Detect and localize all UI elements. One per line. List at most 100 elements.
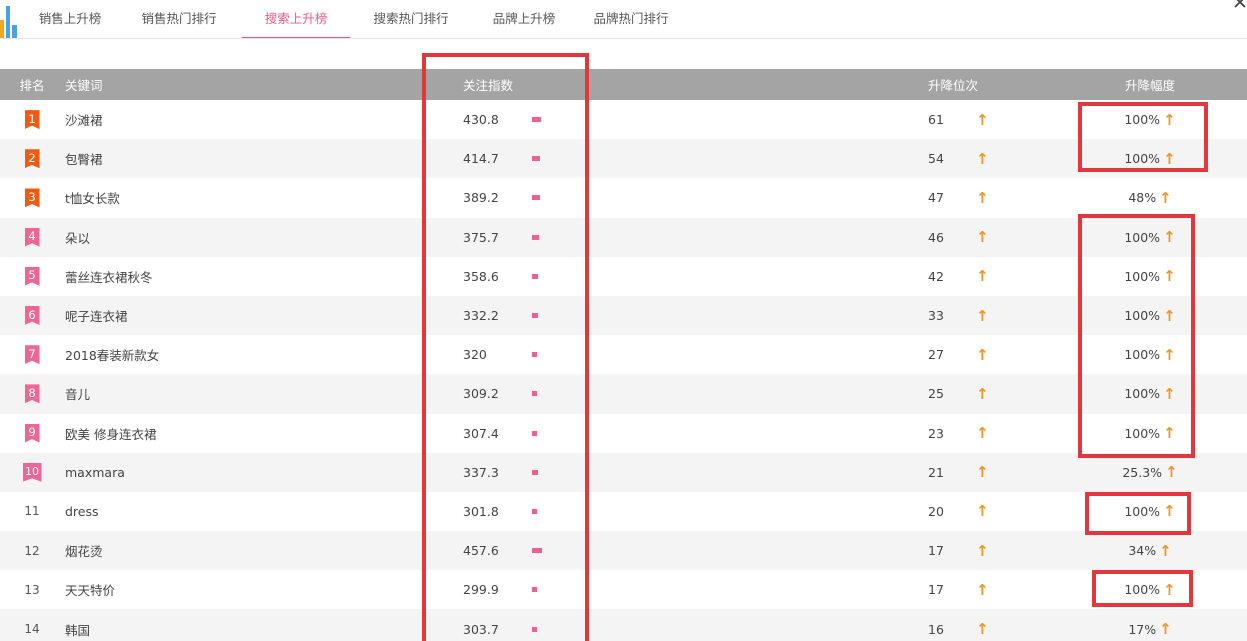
change-cell: 48% ↑ [1100,178,1200,217]
index-bar [532,492,537,531]
index-bar [532,609,537,641]
index-bar [532,178,540,217]
rank-badge: 5 [24,266,40,286]
index-bar [532,453,538,492]
keyword-link[interactable]: 沙滩裙 [65,100,103,139]
rank-cell: 9 [0,414,64,453]
table-row[interactable]: 6 呢子连衣裙 332.2 33 ↑ 100% ↑ [0,295,1247,336]
arrow-up-icon: ↑ [976,463,989,482]
change-percent: 34% [1128,543,1157,559]
arrow-up-icon: ↑ [1163,345,1176,364]
table-row[interactable]: 1 沙滩裙 430.8 61 ↑ 100% ↑ [0,100,1247,139]
change-cell: 100% ↑ [1100,570,1200,609]
table-row[interactable]: 12 烟花烫 457.6 17 ↑ 34% ↑ [0,531,1247,571]
arrow-up-icon: ↑ [976,541,989,560]
table-row[interactable]: 5 蕾丝连衣裙秋冬 358.6 42 ↑ 100% ↑ [0,257,1247,296]
close-icon[interactable]: ✕ [1232,0,1247,13]
index-value: 301.8 [463,503,499,519]
table-row[interactable]: 2 包臀裙 414.7 54 ↑ 100% ↑ [0,139,1247,179]
header-keyword: 关键词 [65,78,103,93]
index-value: 358.6 [463,268,499,284]
tab-sales-hot[interactable]: 销售热门排行 [116,0,242,38]
tab-brand-hot[interactable]: 品牌热门排行 [576,0,686,38]
rank-badge: 6 [24,306,40,326]
tab-divider [0,38,1247,39]
index-bar [532,100,541,139]
index-bar [532,296,538,335]
tab-sales-rise[interactable]: 销售上升榜 [24,0,116,38]
keyword-link[interactable]: 2018春装新款女 [65,335,159,374]
position-change-value: 27 [928,347,944,363]
keyword-link[interactable]: 烟花烫 [65,531,103,570]
change-percent: 100% [1124,582,1161,598]
position-change-value: 23 [928,425,944,441]
keyword-link[interactable]: 朵以 [65,218,90,257]
arrow-up-icon: ↑ [976,384,989,403]
position-change-value: 61 [928,112,944,128]
arrow-up-icon: ↑ [1163,502,1176,521]
index-bar [532,570,537,609]
arrow-up-icon: ↑ [976,345,989,364]
keyword-link[interactable]: 天天特价 [65,570,115,609]
header-rank: 排名 [19,78,45,93]
arrow-up-icon: ↑ [976,149,989,168]
header-position: 升降位次 [928,78,979,93]
change-cell: 17% ↑ [1100,609,1200,641]
keyword-link[interactable]: t恤女长款 [65,178,120,217]
keyword-link[interactable]: 包臀裙 [65,139,103,178]
table-row[interactable]: 7 2018春装新款女 320 27 ↑ 100% ↑ [0,335,1247,374]
index-value: 414.7 [463,151,499,167]
table-row[interactable]: 14 韩国 303.7 16 ↑ 17% ↑ [0,609,1247,641]
change-percent: 100% [1124,503,1161,519]
keyword-link[interactable]: maxmara [65,453,125,492]
table-row[interactable]: 9 欧美 修身连衣裙 307.4 23 ↑ 100% ↑ [0,414,1247,453]
change-cell: 100% ↑ [1100,492,1200,531]
arrow-up-icon: ↑ [1159,541,1172,560]
index-bar [532,531,542,570]
keyword-link[interactable]: 韩国 [65,609,90,641]
rank-cell: 4 [0,218,64,257]
position-change-value: 54 [928,151,944,167]
rank-number: 13 [24,582,40,597]
table-row[interactable]: 11 dress 301.8 20 ↑ 100% ↑ [0,492,1247,531]
table-row[interactable]: 13 天天特价 299.9 17 ↑ 100% ↑ [0,570,1247,609]
table-row[interactable]: 8 音儿 309.2 25 ↑ 100% ↑ [0,374,1247,414]
index-value: 332.2 [463,308,499,324]
rank-cell: 5 [0,257,64,296]
index-value: 389.2 [463,190,499,206]
change-percent: 100% [1124,229,1161,245]
rank-number: 11 [24,504,40,519]
keyword-link[interactable]: 音儿 [65,374,90,413]
rank-badge: 8 [24,384,40,404]
table-row[interactable]: 4 朵以 375.7 46 ↑ 100% ↑ [0,217,1247,257]
rank-badge: 9 [24,423,40,443]
rank-cell: 7 [0,335,64,374]
keyword-link[interactable]: 欧美 修身连衣裙 [65,414,156,453]
position-change-value: 17 [928,543,944,559]
index-bar [532,218,539,257]
tab-brand-rise[interactable]: 品牌上升榜 [472,0,576,38]
index-value: 299.9 [463,582,499,598]
keyword-link[interactable]: 蕾丝连衣裙秋冬 [65,257,153,296]
rank-number: 14 [24,622,40,637]
keyword-link[interactable]: dress [65,492,99,531]
table-row[interactable]: 10 maxmara 337.3 21 ↑ 25.3% ↑ [0,452,1247,492]
keyword-link[interactable]: 呢子连衣裙 [65,296,128,335]
change-cell: 100% ↑ [1100,139,1200,178]
change-cell: 100% ↑ [1100,100,1200,139]
rank-cell: 13 [0,570,64,609]
tab-search-rise[interactable]: 搜索上升榜 [242,0,350,39]
arrow-up-icon: ↑ [976,502,989,521]
tab-search-hot[interactable]: 搜索热门排行 [350,0,472,38]
position-change-value: 17 [928,582,944,598]
position-change-value: 46 [928,229,944,245]
arrow-up-icon: ↑ [1163,110,1176,129]
table-header: 排名 关键词 关注指数 升降位次 升降幅度 [0,69,1247,100]
arrow-up-icon: ↑ [976,580,989,599]
change-cell: 100% ↑ [1100,374,1200,413]
table-row[interactable]: 3 t恤女长款 389.2 47 ↑ 48% ↑ [0,178,1247,217]
position-change-value: 47 [928,190,944,206]
index-value: 337.3 [463,464,499,480]
rank-cell: 6 [0,296,64,335]
change-percent: 100% [1124,425,1161,441]
